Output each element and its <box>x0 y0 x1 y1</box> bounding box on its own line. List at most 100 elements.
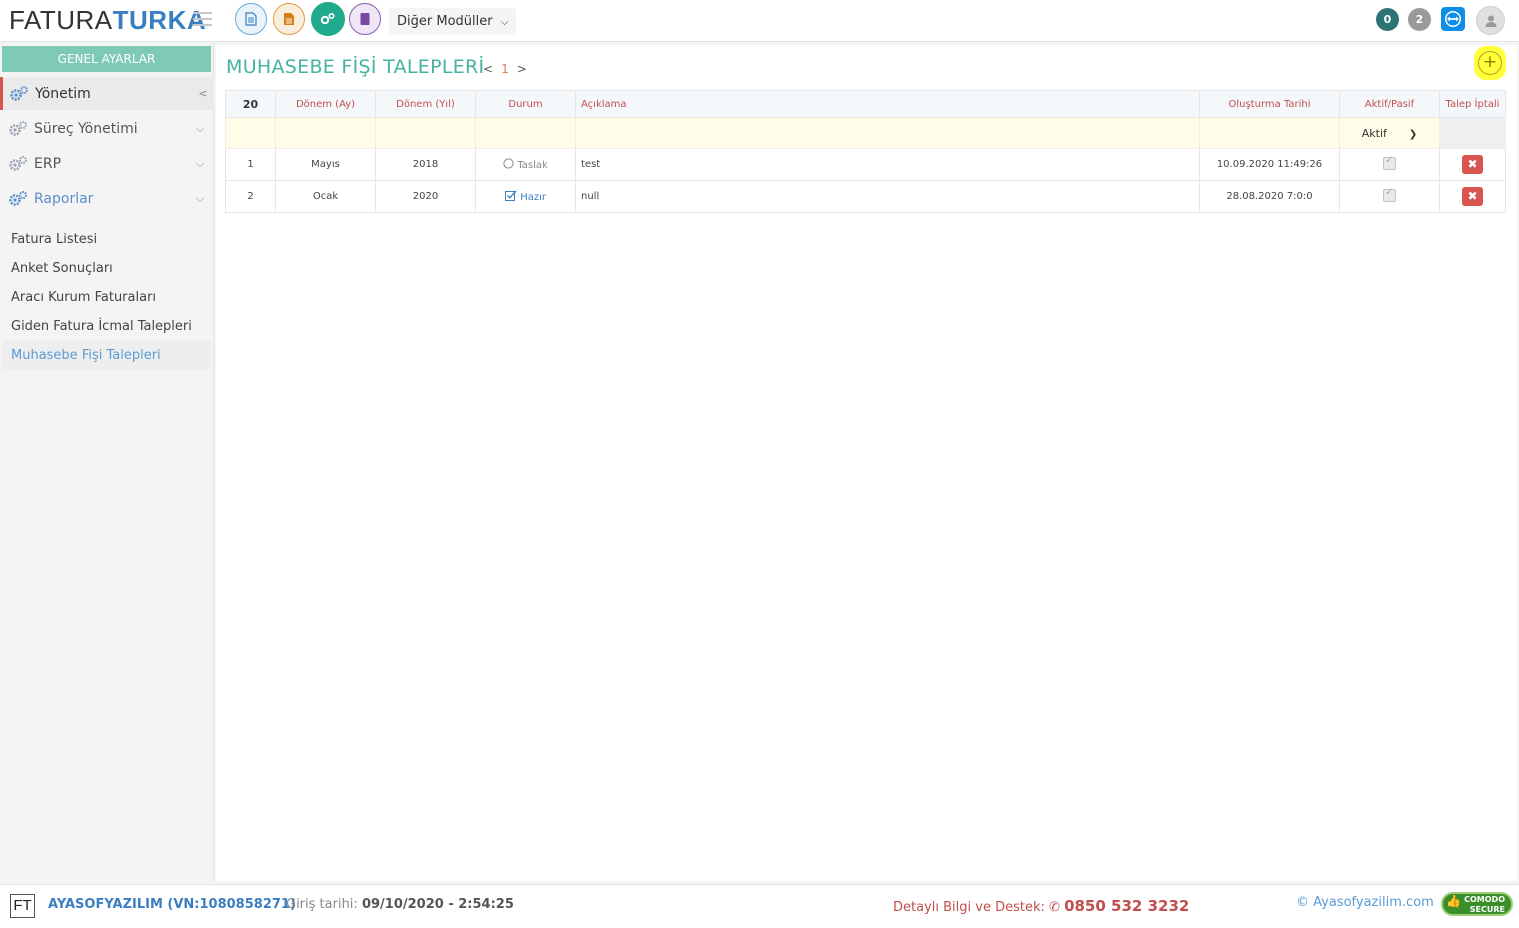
pager-prev-button[interactable]: < <box>483 62 493 76</box>
filter-aciklama[interactable] <box>575 117 1200 149</box>
sub-item-anket-sonuclari[interactable]: Anket Sonuçları <box>11 261 113 276</box>
user-icon <box>1485 15 1496 27</box>
sub-item-fatura-listesi[interactable]: Fatura Listesi <box>11 232 97 247</box>
main-content: MUHASEBE FİŞİ TALEPLERİ <1 > + 20 Dönem (… <box>216 45 1517 881</box>
gears-icon <box>320 12 335 25</box>
requests-table: 20 Dönem (Ay) Dönem (Yıl) Durum Açıklama… <box>225 90 1506 213</box>
donem-yil-cell: 2018 <box>375 148 476 181</box>
column-header-olusturma-tarihi[interactable]: Oluşturma Tarihi <box>1199 90 1340 118</box>
cancel-request-button[interactable]: ✖ <box>1462 187 1483 206</box>
row-number: 2 <box>225 180 276 213</box>
chevron-down-icon: ⌵ <box>500 17 509 28</box>
column-header-donem-yil[interactable]: Dönem (Yıl) <box>375 90 476 118</box>
sidebar-section-title: GENEL AYARLAR <box>2 46 211 72</box>
aciklama-cell: null <box>575 180 1200 213</box>
menu-toggle-icon[interactable] <box>193 12 212 26</box>
aktif-checkbox <box>1383 187 1396 202</box>
sidebar-item-label: ERP <box>34 155 62 172</box>
login-info: Giriş tarihi: 09/10/2020 - 2:54:25 <box>286 897 514 912</box>
sidebar-item-yonetim[interactable]: Yönetim < <box>0 77 214 110</box>
support-info: Detaylı Bilgi ve Destek: ✆ 0850 532 3232 <box>893 897 1189 915</box>
filter-donem-ay[interactable] <box>275 117 376 149</box>
book-module-button[interactable] <box>349 3 381 35</box>
table-header-row: 20 Dönem (Ay) Dönem (Yıl) Durum Açıklama… <box>225 90 1506 118</box>
thumbs-up-icon: 👍 <box>1446 894 1461 908</box>
plus-icon: + <box>1478 51 1502 75</box>
company-name: AYASOFYAZILIM (VN:1080858271) <box>48 897 296 912</box>
sidebar-item-surec-yonetimi[interactable]: Süreç Yönetimi ⌵ <box>2 112 211 145</box>
pager-next-button[interactable]: > <box>517 62 527 76</box>
chevron-down-icon: ❯ <box>1408 128 1418 140</box>
page-size-header[interactable]: 20 <box>225 90 276 118</box>
sidebar-item-erp[interactable]: ERP ⌵ <box>2 147 211 180</box>
sub-item-muhasebe-fisi[interactable]: Muhasebe Fişi Talepleri <box>11 348 161 363</box>
support-label: Detaylı Bilgi ve Destek: <box>893 900 1045 915</box>
filter-cell <box>225 117 276 149</box>
olusturma-tarihi-cell: 28.08.2020 7:0:0 <box>1199 180 1340 213</box>
gears-icon <box>9 121 27 136</box>
filter-durum[interactable] <box>475 117 576 149</box>
column-header-durum[interactable]: Durum <box>475 90 576 118</box>
page-title: MUHASEBE FİŞİ TALEPLERİ <box>226 56 485 78</box>
chevron-down-icon: ⌵ <box>195 156 205 170</box>
filter-aktif-value: Aktif <box>1361 126 1387 140</box>
support-phone[interactable]: 0850 532 3232 <box>1064 897 1189 915</box>
table-row[interactable]: 2 Ocak 2020 Hazır null 28.08.2020 7:0:0 … <box>225 180 1506 213</box>
other-modules-label: Diğer Modüller <box>397 14 493 29</box>
document-module-button[interactable] <box>235 3 267 35</box>
filter-cell <box>1439 117 1506 149</box>
user-avatar[interactable] <box>1476 6 1505 35</box>
top-header: FATURATURKA Diğer Modüller ⌵ 0 2 <box>0 0 1519 42</box>
file-icon <box>284 13 294 25</box>
settings-module-button[interactable] <box>311 2 345 36</box>
chevron-down-icon: ⌵ <box>195 121 205 135</box>
durum-label: Hazır <box>520 192 546 203</box>
sidebar-item-label: Raporlar <box>34 190 94 207</box>
comodo-secure-badge: 👍 COMODO SECURE <box>1441 892 1513 916</box>
checked-box-icon <box>505 190 517 201</box>
chevron-down-icon: ⌵ <box>195 191 205 205</box>
column-header-talep-iptali: Talep İptali <box>1439 90 1506 118</box>
sub-item-araci-kurum-faturalari[interactable]: Aracı Kurum Faturaları <box>11 290 156 305</box>
sidebar-item-raporlar[interactable]: Raporlar ⌵ <box>2 182 211 215</box>
logo-light-text: FATURA <box>9 5 113 35</box>
teamviewer-icon[interactable] <box>1441 7 1465 31</box>
filter-row: Aktif ❯ <box>225 117 1506 149</box>
column-header-aciklama[interactable]: Açıklama <box>575 90 1200 118</box>
pager-current-page[interactable]: 1 <box>501 62 509 76</box>
filter-olusturma-tarihi[interactable] <box>1199 117 1340 149</box>
document-icon <box>245 12 257 26</box>
book-icon <box>360 13 370 25</box>
aktif-pasif-cell <box>1339 148 1440 181</box>
other-modules-dropdown[interactable]: Diğer Modüller ⌵ <box>389 8 517 35</box>
filter-aktif-select[interactable]: Aktif ❯ <box>1339 117 1440 149</box>
message-badge[interactable]: 2 <box>1408 8 1431 31</box>
column-header-aktif-pasif[interactable]: Aktif/Pasif <box>1339 90 1440 118</box>
sub-item-giden-fatura-icmal[interactable]: Giden Fatura İcmal Talepleri <box>11 319 192 334</box>
add-button[interactable]: + <box>1474 46 1506 80</box>
gears-icon <box>9 156 27 171</box>
table-row[interactable]: 1 Mayıs 2018 Taslak test 10.09.2020 11:4… <box>225 148 1506 181</box>
chevron-left-icon: < <box>198 87 208 100</box>
row-number: 1 <box>225 148 276 181</box>
gears-icon <box>10 86 28 101</box>
notification-badge[interactable]: 0 <box>1376 8 1399 31</box>
cancel-request-button[interactable]: ✖ <box>1462 155 1483 174</box>
aktif-checkbox <box>1383 155 1396 170</box>
pagination: <1 > <box>483 62 527 76</box>
app-logo[interactable]: FATURATURKA <box>9 6 206 34</box>
durum-cell: Hazır <box>475 180 576 213</box>
column-header-donem-ay[interactable]: Dönem (Ay) <box>275 90 376 118</box>
sidebar-item-label: Süreç Yönetimi <box>34 120 138 137</box>
file-module-button[interactable] <box>273 3 305 35</box>
sidebar-item-label: Yönetim <box>35 85 91 102</box>
talep-iptali-cell: ✖ <box>1439 148 1506 181</box>
copyright-link[interactable]: © Ayasofyazilim.com <box>1296 895 1434 910</box>
donem-ay-cell: Mayıs <box>275 148 376 181</box>
aktif-pasif-cell <box>1339 180 1440 213</box>
footer-logo: FT <box>10 894 35 918</box>
gears-icon <box>9 191 27 206</box>
filter-donem-yil[interactable] <box>375 117 476 149</box>
phone-icon: ✆ <box>1049 900 1060 915</box>
sidebar: GENEL AYARLAR Yönetim < Süreç Yönetimi ⌵… <box>0 43 214 881</box>
